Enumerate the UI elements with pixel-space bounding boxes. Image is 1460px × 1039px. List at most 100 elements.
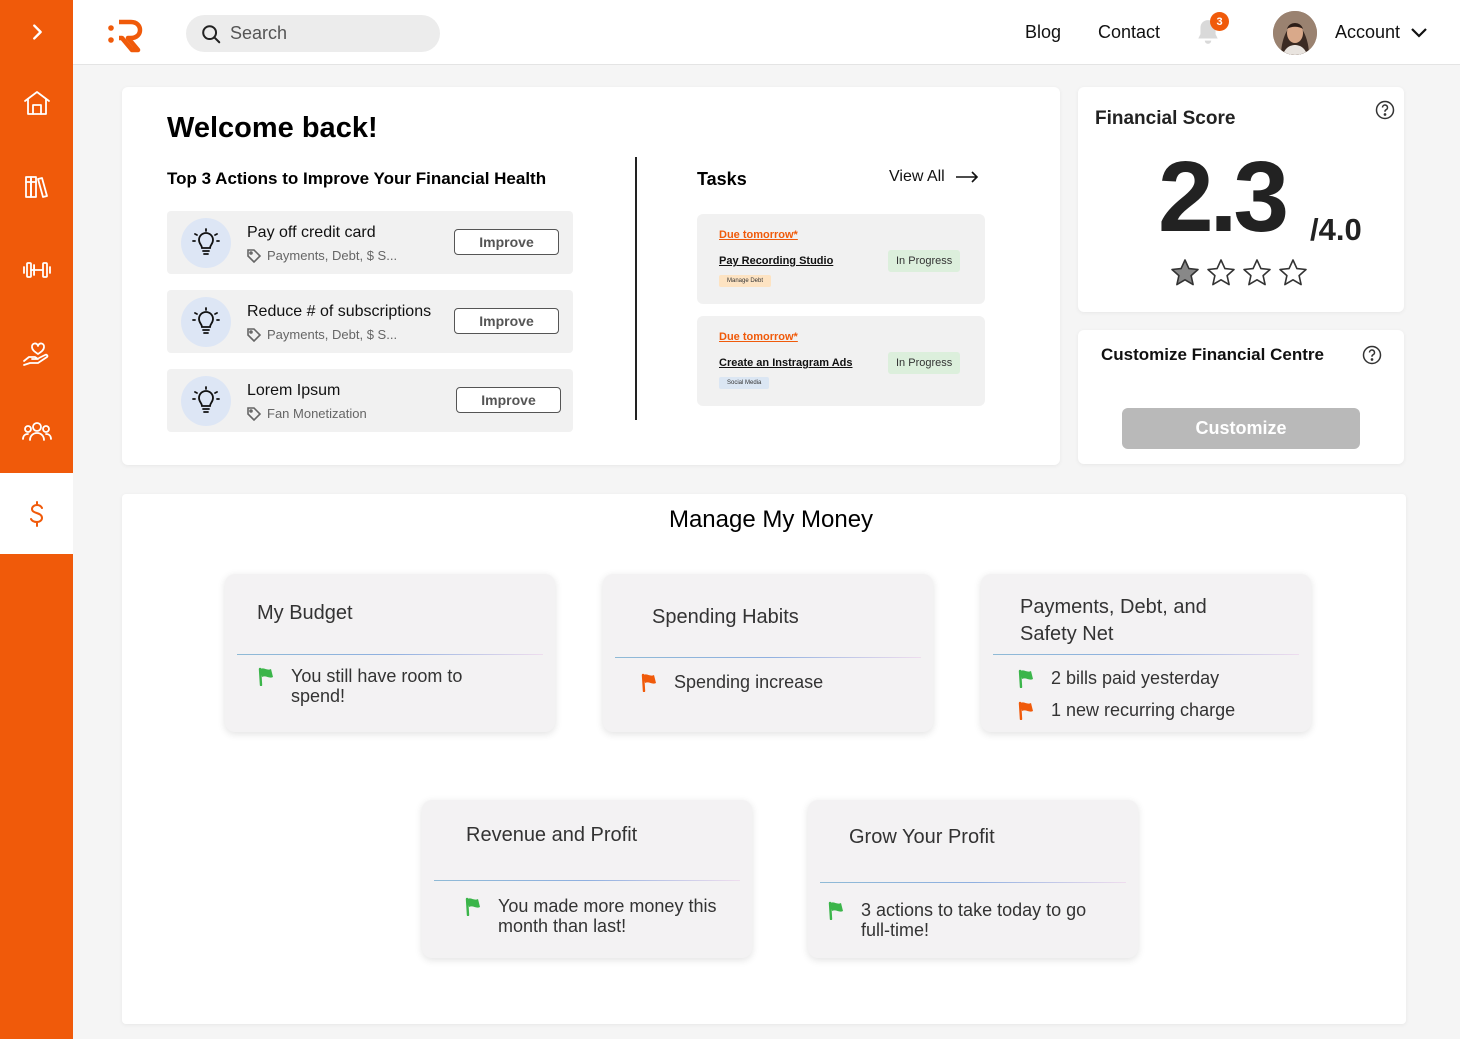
orange-flag-icon xyxy=(1018,701,1033,720)
financial-score-card: Financial Score 2.3 /4.0 xyxy=(1078,87,1404,312)
money-card-revenue[interactable]: Revenue and Profit You made more money t… xyxy=(422,800,752,958)
search-bar[interactable] xyxy=(186,15,440,52)
action-tags-text: Payments, Debt, $ S... xyxy=(267,248,398,263)
improve-button[interactable]: Improve xyxy=(454,229,559,255)
status-badge: In Progress xyxy=(888,250,961,272)
top-header: Blog Contact 3 Account xyxy=(73,0,1460,65)
help-icon[interactable] xyxy=(1362,345,1382,365)
money-card-payments[interactable]: Payments, Debt, and Safety Net 2 bills p… xyxy=(981,574,1311,732)
lightbulb-icon xyxy=(181,376,231,426)
status-text: 1 new recurring charge xyxy=(1051,700,1236,720)
sidebar-item-fitness[interactable] xyxy=(0,240,73,300)
action-title: Pay off credit card xyxy=(247,224,376,241)
divider xyxy=(993,654,1299,655)
sidebar-item-money[interactable] xyxy=(0,473,73,554)
action-item: Pay off credit card Payments, Debt, $ S.… xyxy=(167,211,573,274)
action-tags: Payments, Debt, $ S... xyxy=(247,248,397,263)
welcome-title: Welcome back! xyxy=(167,112,378,144)
people-icon xyxy=(21,422,52,441)
notifications-button[interactable]: 3 xyxy=(1195,12,1229,48)
top-actions-title: Top 3 Actions to Improve Your Financial … xyxy=(167,169,547,188)
score-value: 2.3 xyxy=(1158,141,1289,253)
nav-link-contact[interactable]: Contact xyxy=(1098,22,1160,43)
search-input[interactable] xyxy=(230,23,430,44)
tag-icon xyxy=(247,248,261,263)
vertical-divider xyxy=(635,157,637,420)
lightbulb-icon xyxy=(181,297,231,347)
divider xyxy=(820,882,1126,883)
nav-link-blog[interactable]: Blog xyxy=(1025,22,1061,43)
task-title[interactable]: Pay Recording Studio xyxy=(719,255,833,267)
money-card-grow-profit[interactable]: Grow Your Profit 3 actions to take today… xyxy=(808,800,1138,958)
task-due: Due tomorrow* xyxy=(719,229,798,241)
sidebar-item-library[interactable] xyxy=(0,157,73,217)
money-card-spending[interactable]: Spending Habits Spending increase xyxy=(603,574,933,732)
sidebar xyxy=(0,0,73,1039)
sidebar-item-community[interactable] xyxy=(0,402,73,462)
action-tags: Fan Monetization xyxy=(247,406,367,421)
user-photo xyxy=(1273,11,1317,55)
star-icon xyxy=(1243,259,1271,286)
search-icon xyxy=(202,24,221,43)
status-text: You made more money this month than last… xyxy=(498,896,717,936)
account-menu[interactable]: Account xyxy=(1335,22,1428,43)
green-flag-icon xyxy=(1018,669,1033,688)
action-item: Reduce # of subscriptions Payments, Debt… xyxy=(167,290,573,353)
financial-score-title: Financial Score xyxy=(1095,108,1236,129)
action-item: Lorem Ipsum Fan Monetization Improve xyxy=(167,369,573,432)
task-due: Due tomorrow* xyxy=(719,331,798,343)
tasks-title: Tasks xyxy=(697,169,747,189)
status-row: Spending increase xyxy=(640,672,823,692)
customize-card: Customize Financial Centre Customize xyxy=(1078,330,1404,464)
divider xyxy=(237,654,543,655)
action-title: Lorem Ipsum xyxy=(247,382,341,399)
orange-flag-icon xyxy=(641,673,656,692)
task-tag: Manage Debt xyxy=(719,275,772,287)
divider xyxy=(434,880,740,881)
task-card[interactable]: Due tomorrow* Pay Recording Studio Manag… xyxy=(697,214,985,304)
view-all-link[interactable]: View All xyxy=(889,168,979,186)
tag-icon xyxy=(247,327,261,342)
task-card[interactable]: Due tomorrow* Create an Instragram Ads S… xyxy=(697,316,985,406)
status-text: Spending increase xyxy=(674,672,824,692)
hand-heart-icon xyxy=(22,342,48,366)
avatar[interactable] xyxy=(1273,11,1317,55)
view-all-label: View All xyxy=(889,168,945,185)
money-card-title: My Budget xyxy=(257,602,353,624)
status-badge: In Progress xyxy=(888,352,961,374)
green-flag-icon xyxy=(465,897,480,916)
status-text: 2 bills paid yesterday xyxy=(1051,668,1220,688)
action-tags-text: Payments, Debt, $ S... xyxy=(267,327,398,342)
improve-button[interactable]: Improve xyxy=(456,387,561,413)
account-label: Account xyxy=(1335,22,1401,42)
star-icon xyxy=(1279,259,1307,286)
lightbulb-icon xyxy=(181,218,231,268)
status-text: You still have room to spend! xyxy=(291,666,463,706)
star-icon xyxy=(1171,259,1199,286)
manage-money-section: Manage My Money My Budget You still have… xyxy=(122,494,1406,1024)
help-icon[interactable] xyxy=(1375,100,1395,120)
sidebar-item-care[interactable] xyxy=(0,325,73,385)
chevron-right-icon xyxy=(32,24,42,40)
money-card-budget[interactable]: My Budget You still have room to spend! xyxy=(225,574,555,732)
action-tags-text: Fan Monetization xyxy=(267,406,367,421)
task-title[interactable]: Create an Instragram Ads xyxy=(719,357,852,369)
status-row: You still have room to spend! xyxy=(257,666,517,706)
app-logo[interactable] xyxy=(105,14,145,54)
money-card-title: Grow Your Profit xyxy=(849,826,995,848)
green-flag-icon xyxy=(828,901,843,920)
action-title: Reduce # of subscriptions xyxy=(247,303,432,320)
arrow-right-icon xyxy=(955,171,978,183)
customize-button[interactable]: Customize xyxy=(1122,408,1360,449)
home-icon xyxy=(23,91,50,115)
status-row: 1 new recurring charge xyxy=(1017,700,1235,720)
sidebar-expand-button[interactable] xyxy=(0,2,73,62)
score-max: /4.0 xyxy=(1310,212,1362,247)
status-text: 3 actions to take today to go full-time! xyxy=(861,900,1087,940)
status-row: You made more money this month than last… xyxy=(464,896,734,936)
star-rating xyxy=(1170,258,1308,288)
money-card-title: Spending Habits xyxy=(652,606,799,628)
sidebar-item-home[interactable] xyxy=(0,73,73,133)
improve-button[interactable]: Improve xyxy=(454,308,559,334)
notification-count-badge: 3 xyxy=(1210,12,1229,31)
